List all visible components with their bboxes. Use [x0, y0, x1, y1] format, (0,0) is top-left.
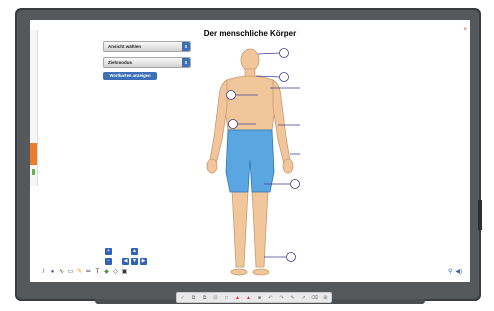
label-slot-neck [279, 72, 289, 82]
copy-icon[interactable]: ⧉ [190, 294, 198, 302]
screen-icon[interactable]: ▣ [121, 269, 128, 276]
page-title: Der menschliche Körper [203, 29, 297, 38]
pointer-icon[interactable]: ⚲ [448, 268, 452, 275]
label-slot-leg [290, 179, 300, 189]
pen-holder [478, 200, 482, 230]
pencil-icon[interactable]: ✏ [85, 269, 92, 276]
pan-left-button[interactable]: ◀ [122, 258, 129, 265]
bottom-toolbar: ✓ ⧉ ⧉ ⊡ □ ▲ ▲ ■ ↶ ↷ ✎ ↗ ⌫ ⊞ [176, 292, 332, 303]
highlighter-icon[interactable]: ✎ [76, 269, 83, 276]
color-dot-icon[interactable]: ● [49, 269, 56, 276]
side-panel-strip[interactable] [30, 30, 38, 186]
line-width-icon[interactable]: ∿ [58, 269, 65, 276]
previous-page-icon[interactable]: ▲ [234, 294, 242, 302]
close-icon[interactable]: × [463, 27, 467, 33]
zoom-in-button[interactable]: + [105, 248, 112, 255]
side-panel-tab[interactable] [30, 143, 37, 165]
eraser-icon[interactable]: ◆ [103, 269, 110, 276]
export-icon[interactable]: ↗ [300, 294, 308, 302]
mode-select-arrow-icon[interactable]: ⇕ [182, 58, 190, 67]
capture-icon[interactable]: ⊡ [212, 294, 220, 302]
drawing-toolbar: / ● ∿ ▭ ✎ ✏ T ◆ ◇ ▣ [40, 267, 160, 277]
view-select-arrow-icon[interactable]: ⇕ [182, 42, 190, 51]
label-slot-belly [228, 119, 238, 129]
whiteboard-screen: Der menschliche Körper × Ansicht wählen … [30, 20, 470, 282]
stop-icon[interactable]: ■ [256, 294, 264, 302]
label-slot-head [279, 48, 289, 58]
zoom-out-button[interactable]: − [105, 258, 112, 265]
grid-icon[interactable]: ⊞ [322, 294, 330, 302]
pan-right-button[interactable]: ▶ [140, 258, 147, 265]
select-icon[interactable]: ◇ [112, 269, 119, 276]
view-select[interactable]: Ansicht wählen ⇕ [103, 41, 191, 52]
pan-up-button[interactable]: ▲ [131, 248, 138, 255]
check-icon[interactable]: ✓ [179, 294, 187, 302]
label-slot-chest [226, 90, 236, 100]
pen-icon[interactable]: / [40, 269, 47, 276]
mode-select-value: Ziehmodus [108, 60, 133, 65]
shapes-icon[interactable]: ▭ [67, 269, 74, 276]
annotate-icon[interactable]: ✎ [289, 294, 297, 302]
next-page-icon[interactable]: ▲ [245, 294, 253, 302]
speaker-icon[interactable]: ◀) [455, 268, 462, 275]
pan-down-button[interactable]: ▼ [131, 258, 138, 265]
redo-icon[interactable]: ↷ [278, 294, 286, 302]
status-indicator [32, 169, 35, 175]
mode-select[interactable]: Ziehmodus ⇕ [103, 57, 191, 68]
duplicate-icon[interactable]: ⧉ [201, 294, 209, 302]
human-body-figure [206, 48, 300, 276]
undo-icon[interactable]: ↶ [267, 294, 275, 302]
show-word-cards-button[interactable]: Wortkarten anzeigen [103, 72, 157, 80]
label-slot-foot [286, 252, 296, 262]
delete-icon[interactable]: ⌫ [311, 294, 319, 302]
right-toolbar: ⚲ ◀) [448, 268, 462, 275]
page-icon[interactable]: □ [223, 294, 231, 302]
view-select-value: Ansicht wählen [108, 44, 142, 49]
shorts [225, 129, 275, 193]
text-icon[interactable]: T [94, 269, 101, 276]
